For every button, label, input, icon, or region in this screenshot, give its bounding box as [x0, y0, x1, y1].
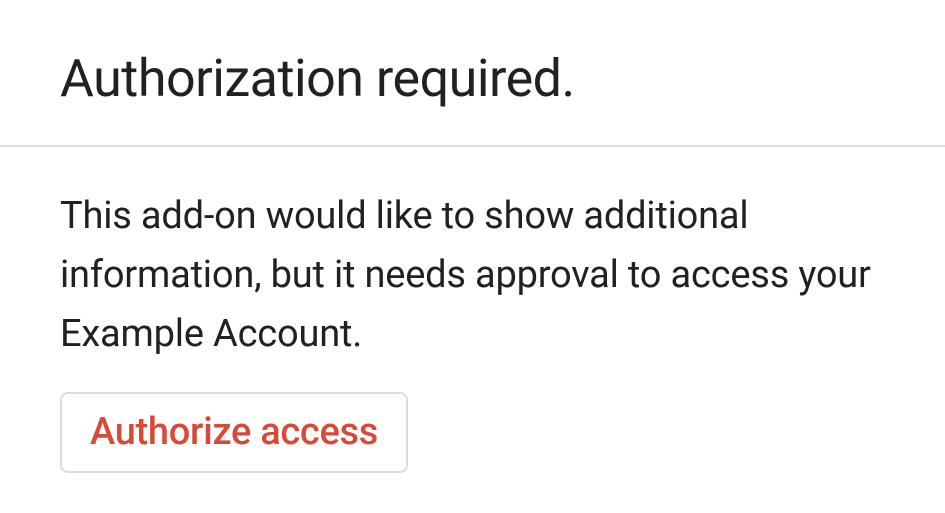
page-title: Authorization required.: [60, 48, 885, 109]
authorization-description: This add-on would like to show additiona…: [60, 187, 885, 364]
button-row: Authorize access: [60, 392, 885, 474]
content: This add-on would like to show additiona…: [0, 147, 945, 473]
header: Authorization required.: [0, 0, 945, 145]
authorize-access-button[interactable]: Authorize access: [60, 392, 408, 474]
